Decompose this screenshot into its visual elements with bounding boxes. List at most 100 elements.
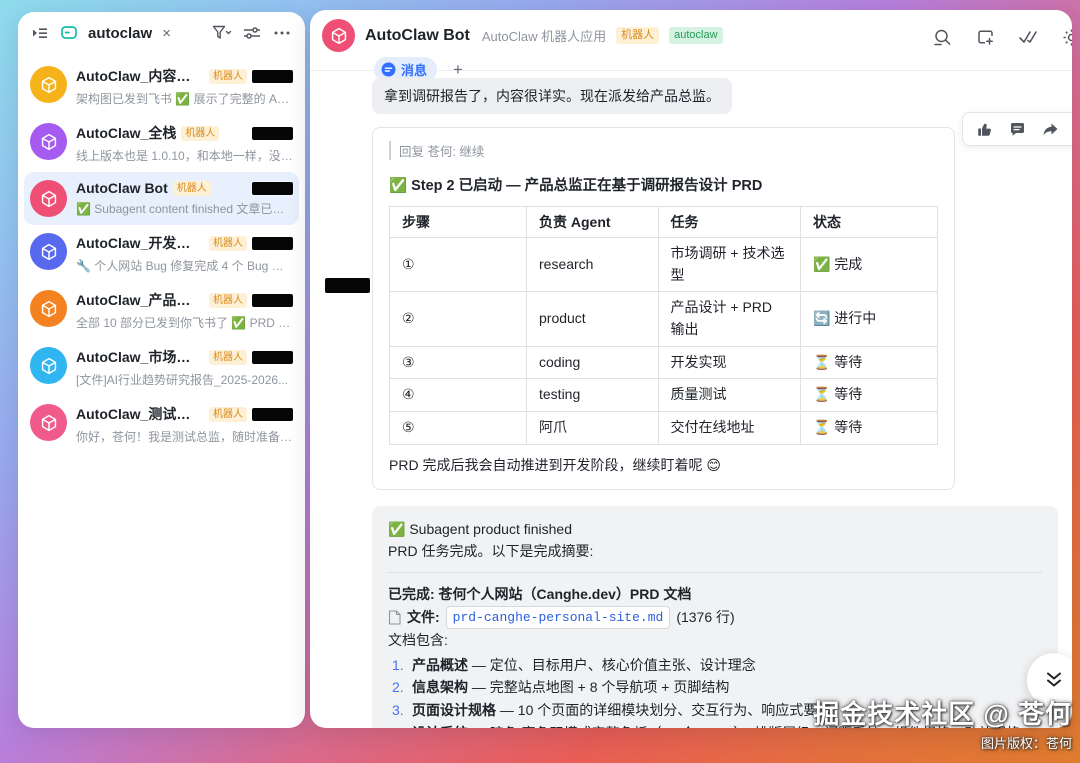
chat-window: AutoClaw Bot AutoClaw 机器人应用 机器人 autoclaw…: [310, 10, 1072, 728]
bot-cube-avatar: [30, 290, 67, 327]
summary-status-line: ✅ Subagent product finished: [388, 518, 1042, 541]
summary-list-item: 3.页面设计规格 — 10 个页面的详细模块划分、交互行为、响应式要求: [388, 699, 1042, 722]
table-row: ⑤ 阿爪 交付在线地址 ⏳ 等待: [390, 412, 938, 445]
conversation-name: AutoClaw_全栈: [76, 123, 176, 143]
settings-sliders-icon[interactable]: [241, 22, 263, 44]
bot-tag: 机器人: [209, 293, 247, 308]
conversation-name: AutoClaw_测试总监: [76, 404, 204, 424]
bot-cube-avatar: [30, 123, 67, 160]
bot-message-card: 回复 苍何: 继续 ✅ Step 2 已启动 — 产品总监正在基于调研报告设计 …: [372, 127, 955, 490]
cell-task: 开发实现: [658, 346, 800, 379]
redacted-timestamp: [252, 351, 293, 364]
file-label: 文件:: [407, 606, 440, 629]
conversation-item[interactable]: AutoClaw_市场总监机器人 [文件]AI行业趋势研究报告_2025-202…: [24, 339, 299, 396]
conversation-item[interactable]: AutoClaw_全栈机器人 线上版本也是 1.0.10，和本地一样，没有...: [24, 115, 299, 172]
table-row: ① research 市场调研 + 技术选型 ✅ 完成: [390, 238, 938, 292]
conversation-preview: 你好，苍何！我是测试总监，随时准备接...: [76, 428, 293, 445]
bot-cube-avatar: [30, 404, 67, 441]
col-header: 任务: [658, 207, 800, 238]
bot-tag: 机器人: [173, 181, 211, 196]
bot-message-bubble: 拿到调研报告了，内容很详实。现在派发给产品总监。: [372, 78, 732, 114]
cell-agent: coding: [527, 346, 659, 379]
conversation-name: AutoClaw_市场总监: [76, 347, 204, 367]
conversation-item[interactable]: AutoClaw_测试总监机器人 你好，苍何！我是测试总监，随时准备接...: [24, 396, 299, 453]
conversation-item[interactable]: AutoClaw_开发总监机器人 🔧 个人网站 Bug 修复完成 4 个 Bug…: [24, 225, 299, 282]
conversation-sidebar: autoclaw × AutoClaw_内容总监机器人 架构图已发到飞书 ✅ 展…: [18, 12, 305, 728]
filter-icon[interactable]: [211, 22, 233, 44]
conversation-preview: 全部 10 部分已发到你飞书了 ✅ PRD 太...: [76, 314, 293, 331]
cell-step: ②: [390, 292, 527, 346]
reply-quote[interactable]: 回复 苍何: 继续: [389, 141, 938, 160]
summary-list-item: 4.设计系统 — 暗色/亮色双模式完整色板（28 个 token）、排版层级、间…: [388, 722, 1042, 728]
cell-task: 市场调研 + 技术选型: [658, 238, 800, 292]
cell-status: ✅ 完成: [800, 238, 937, 292]
summary-intro-line: PRD 任务完成。以下是完成摘要:: [388, 540, 1042, 563]
close-filter-icon[interactable]: ×: [162, 25, 171, 42]
contains-label: 文档包含:: [388, 629, 1042, 652]
conversation-item[interactable]: AutoClaw_产品总监机器人 全部 10 部分已发到你飞书了 ✅ PRD 太…: [24, 282, 299, 339]
summary-list-item: 1.产品概述 — 定位、目标用户、核心价值主张、设计理念: [388, 654, 1042, 677]
cell-step: ①: [390, 238, 527, 292]
new-chat-icon[interactable]: [974, 26, 996, 48]
chat-message-area[interactable]: 拿到调研报告了，内容很详实。现在派发给产品总监。 回复 苍何: 继续 ✅ Ste…: [310, 72, 1072, 728]
col-header: 步骤: [390, 207, 527, 238]
step-heading: ✅ Step 2 已启动 — 产品总监正在基于调研报告设计 PRD: [389, 174, 938, 195]
summary-done-title: 已完成: 苍何个人网站（Canghe.dev）PRD 文档: [388, 583, 1042, 606]
conversation-preview: [文件]AI行业趋势研究报告_2025-2026...: [76, 371, 293, 388]
forward-icon[interactable]: [1041, 120, 1059, 138]
table-row: ② product 产品设计 + PRD 输出 🔄 进行中: [390, 292, 938, 346]
double-chevron-down-icon: [1043, 669, 1065, 691]
thumbs-up-icon[interactable]: [975, 120, 993, 138]
conversation-name: AutoClaw_开发总监: [76, 233, 204, 253]
cell-task: 产品设计 + PRD 输出: [658, 292, 800, 346]
col-header: 负责 Agent: [527, 207, 659, 238]
settings-gear-icon[interactable]: [1060, 26, 1072, 48]
summary-list-item: 2.信息架构 — 完整站点地图 + 8 个导航项 + 页脚结构: [388, 676, 1042, 699]
conversation-item-selected[interactable]: AutoClaw Bot 机器人 ✅ Subagent content finis…: [24, 172, 299, 225]
conversation-list: AutoClaw_内容总监机器人 架构图已发到飞书 ✅ 展示了完整的 Age..…: [18, 54, 305, 457]
chat-title: AutoClaw Bot: [365, 27, 470, 45]
cell-status: ⏳ 等待: [800, 379, 937, 412]
after-table-note: PRD 完成后我会自动推进到开发阶段，继续盯着呢 😊: [389, 455, 938, 475]
bot-tag: 机器人: [209, 350, 247, 365]
cell-status: 🔄 进行中: [800, 292, 937, 346]
bot-tag: 机器人: [209, 407, 247, 422]
cell-agent: 阿爪: [527, 412, 659, 445]
file-name-chip[interactable]: prd-canghe-personal-site.md: [446, 606, 671, 629]
cell-agent: testing: [527, 379, 659, 412]
conversation-preview: 🔧 个人网站 Bug 修复完成 4 个 Bug 全...: [76, 257, 293, 274]
redacted-sender-label: [325, 278, 370, 293]
bot-tag: 机器人: [209, 69, 247, 84]
conversation-item[interactable]: AutoClaw_内容总监机器人 架构图已发到飞书 ✅ 展示了完整的 Age..…: [24, 58, 299, 115]
redacted-timestamp: [252, 237, 293, 250]
cell-status: ⏳ 等待: [800, 346, 937, 379]
cell-agent: product: [527, 292, 659, 346]
chat-header: AutoClaw Bot AutoClaw 机器人应用 机器人 autoclaw…: [310, 10, 1072, 71]
redacted-timestamp: [252, 127, 293, 140]
comment-icon[interactable]: [1008, 120, 1026, 138]
cell-step: ④: [390, 379, 527, 412]
bot-cube-avatar: [30, 347, 67, 384]
conversation-preview: ✅ Subagent content finished 文章已完...: [76, 200, 293, 217]
more-options-icon[interactable]: [271, 22, 293, 44]
collapse-sidebar-icon[interactable]: [28, 22, 50, 44]
file-line-count: (1376 行): [676, 606, 734, 629]
cell-task: 交付在线地址: [658, 412, 800, 445]
bot-tag: 机器人: [181, 126, 219, 141]
redacted-timestamp: [252, 294, 293, 307]
col-header: 状态: [800, 207, 937, 238]
redacted-timestamp: [252, 182, 293, 195]
chat-bot-avatar: [322, 19, 355, 52]
read-status-icon[interactable]: [1017, 26, 1039, 48]
search-in-chat-icon[interactable]: [931, 26, 953, 48]
bot-cube-avatar: [30, 66, 67, 103]
conversation-name: AutoClaw_产品总监: [76, 290, 204, 310]
divider: [388, 572, 1042, 573]
conversation-name: AutoClaw Bot: [76, 180, 168, 196]
summary-list: 1.产品概述 — 定位、目标用户、核心价值主张、设计理念 2.信息架构 — 完整…: [388, 654, 1042, 728]
scroll-to-bottom-button[interactable]: [1027, 653, 1072, 707]
topic-chat-icon: [58, 22, 80, 44]
app-tag: autoclaw: [669, 27, 722, 44]
conversation-preview: 架构图已发到飞书 ✅ 展示了完整的 Age...: [76, 90, 293, 107]
conversation-name: AutoClaw_内容总监: [76, 66, 204, 86]
